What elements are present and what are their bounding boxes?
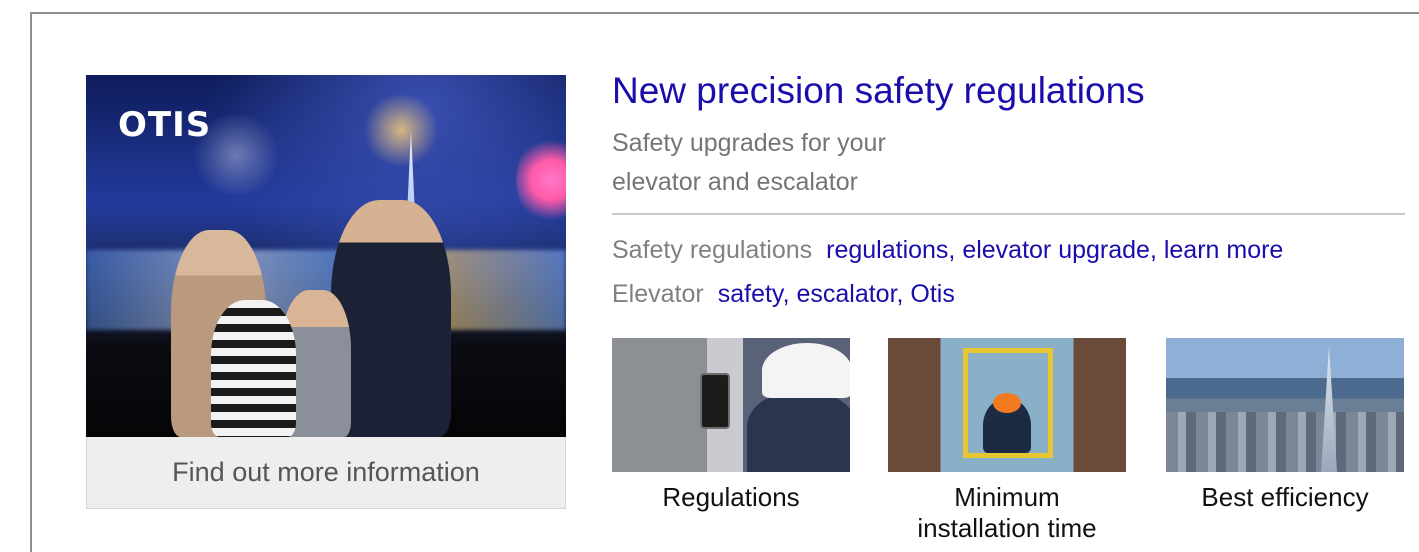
sitelink-label: Safety regulations (612, 236, 813, 264)
sitelink-row-safety-regulations: Safety regulations regulations, elevator … (612, 236, 1283, 265)
firework-pink (516, 135, 566, 225)
ad-headline-link[interactable]: New precision safety regulations (612, 70, 1145, 112)
thumbnail-regulations[interactable] (612, 338, 850, 472)
sitelink-links[interactable]: safety, escalator, Otis (718, 280, 955, 308)
caption-line: Minimum (954, 482, 1060, 512)
sitelink-row-elevator: Elevator safety, escalator, Otis (612, 280, 955, 309)
caption-efficiency[interactable]: Best efficiency (1166, 482, 1404, 513)
divider (612, 213, 1405, 215)
tower-silhouette (1321, 346, 1337, 472)
helmet (762, 343, 850, 398)
sitelink-label: Elevator (612, 280, 704, 308)
worker-figure (747, 393, 850, 472)
city-skyline (1166, 412, 1404, 472)
firework-glow (356, 95, 446, 165)
hero-image[interactable]: OTIS (86, 75, 566, 437)
person-child (211, 300, 296, 437)
caption-regulations[interactable]: Regulations (612, 482, 850, 513)
description-line: Safety upgrades for your (612, 129, 886, 157)
ad-description: Safety upgrades for your elevator and es… (612, 124, 1032, 202)
otis-logo: OTIS (118, 105, 212, 145)
sitelink-links[interactable]: regulations, elevator upgrade, learn mor… (826, 236, 1283, 264)
thumbnail-installation[interactable] (888, 338, 1126, 472)
find-out-more-button[interactable]: Find out more information (86, 437, 566, 509)
description-line: elevator and escalator (612, 168, 858, 196)
helmet (993, 393, 1021, 413)
phone (700, 373, 730, 429)
caption-line: installation time (917, 513, 1097, 543)
thumbnail-efficiency[interactable] (1166, 338, 1404, 472)
caption-installation[interactable]: Minimum installation time (888, 482, 1126, 544)
